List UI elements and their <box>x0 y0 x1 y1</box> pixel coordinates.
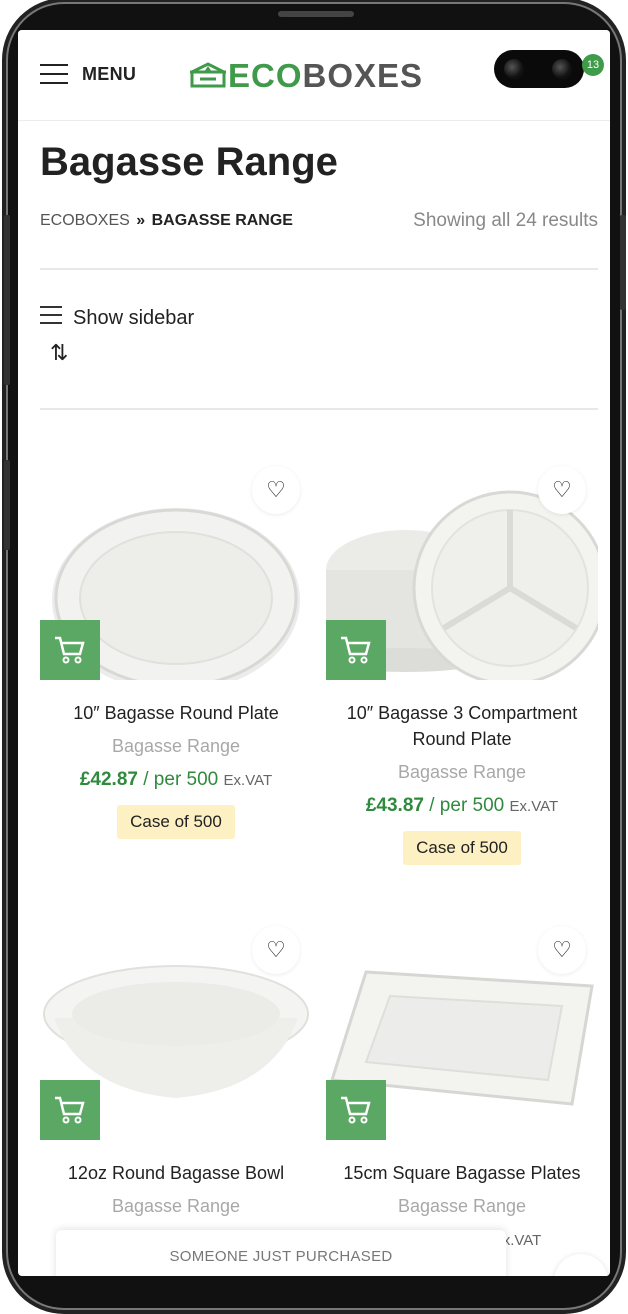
show-sidebar-label: Show sidebar <box>73 306 195 329</box>
divider <box>40 268 598 270</box>
cart-icon <box>55 1096 85 1124</box>
sort-icon[interactable]: ⇅ <box>50 340 68 366</box>
sidebar-hamburger-icon <box>40 306 62 330</box>
product-price: £43.87 / per 500 Ex.VAT <box>326 795 598 817</box>
page-title: Bagasse Range <box>40 140 338 184</box>
product-name[interactable]: 15cm Square Bagasse Plates <box>326 1160 598 1186</box>
wishlist-heart-icon[interactable]: ♡ <box>252 466 300 514</box>
breadcrumb-separator: » <box>136 212 146 229</box>
logo-boxes-text: BOXES <box>302 57 424 94</box>
product-name[interactable]: 12oz Round Bagasse Bowl <box>40 1160 312 1186</box>
power-button <box>620 215 626 310</box>
divider <box>40 408 598 410</box>
screen: MENU ECO BOXES 13 Bagasse Range ECOBOXES … <box>18 30 610 1276</box>
purchase-notification[interactable]: SOMEONE JUST PURCHASED <box>56 1230 506 1276</box>
price-exvat: Ex.VAT <box>509 798 559 815</box>
add-to-cart-button[interactable] <box>40 620 100 680</box>
product-image[interactable]: ♡ <box>40 910 312 1140</box>
cart-count-badge[interactable]: 13 <box>582 54 604 76</box>
add-to-cart-button[interactable] <box>326 1080 386 1140</box>
add-to-cart-button[interactable] <box>40 1080 100 1140</box>
price-per: / per 500 <box>143 769 219 790</box>
product-image[interactable]: ♡ <box>326 450 608 686</box>
purchase-notification-text: SOMEONE JUST PURCHASED <box>169 1248 393 1265</box>
logo-eco-text: ECO <box>228 57 303 94</box>
box-logo-icon <box>190 62 226 88</box>
product-category[interactable]: Bagasse Range <box>40 1196 312 1217</box>
results-count: Showing all 24 results <box>413 210 598 231</box>
site-logo[interactable]: ECO BOXES <box>188 56 423 96</box>
price-per: / per 500 <box>429 795 505 816</box>
product-name[interactable]: 10″ Bagasse Round Plate <box>40 700 312 726</box>
wishlist-heart-icon[interactable]: ♡ <box>252 926 300 974</box>
wishlist-heart-icon[interactable]: ♡ <box>538 926 586 974</box>
breadcrumb: ECOBOXES » BAGASSE RANGE <box>40 212 293 230</box>
site-header: MENU ECO BOXES 13 <box>18 30 610 121</box>
add-to-cart-button[interactable] <box>326 620 386 680</box>
volume-button <box>4 215 10 385</box>
side-button <box>4 460 10 550</box>
cart-icon <box>341 1096 371 1124</box>
breadcrumb-home-link[interactable]: ECOBOXES <box>40 212 130 229</box>
product-category[interactable]: Bagasse Range <box>40 736 312 757</box>
case-badge: Case of 500 <box>117 805 235 839</box>
product-price: £42.87 / per 500 Ex.VAT <box>40 769 312 791</box>
menu-hamburger-icon[interactable] <box>40 64 68 84</box>
product-card: ♡ 15cm Square Bagasse Plates Bagasse Ran… <box>326 910 598 1251</box>
price-amount: £43.87 <box>365 795 424 816</box>
show-sidebar-button[interactable]: Show sidebar <box>40 306 194 330</box>
price-amount: £42.87 <box>79 769 138 790</box>
cart-icon <box>341 636 371 664</box>
front-camera <box>494 50 584 88</box>
scroll-to-top-button[interactable] <box>554 1254 608 1276</box>
price-exvat: Ex.VAT <box>223 772 273 789</box>
product-image[interactable]: ♡ <box>40 450 312 692</box>
product-card: ♡ 10″ Bagasse Round Plate Bagasse Range … <box>40 450 312 839</box>
cart-icon <box>55 636 85 664</box>
product-category[interactable]: Bagasse Range <box>326 1196 598 1217</box>
product-image[interactable]: ♡ <box>326 910 598 1140</box>
product-name[interactable]: 10″ Bagasse 3 Compartment Round Plate <box>326 700 598 752</box>
product-category[interactable]: Bagasse Range <box>326 762 598 783</box>
product-card: ♡ 12oz Round Bagasse Bowl Bagasse Range <box>40 910 312 1217</box>
menu-label[interactable]: MENU <box>82 64 136 85</box>
case-badge: Case of 500 <box>403 831 521 865</box>
wishlist-heart-icon[interactable]: ♡ <box>538 466 586 514</box>
product-card: ♡ 10″ Bagasse 3 Compartment Round Plate … <box>326 450 608 865</box>
speaker-grille <box>278 11 354 17</box>
breadcrumb-current: BAGASSE RANGE <box>151 212 293 229</box>
